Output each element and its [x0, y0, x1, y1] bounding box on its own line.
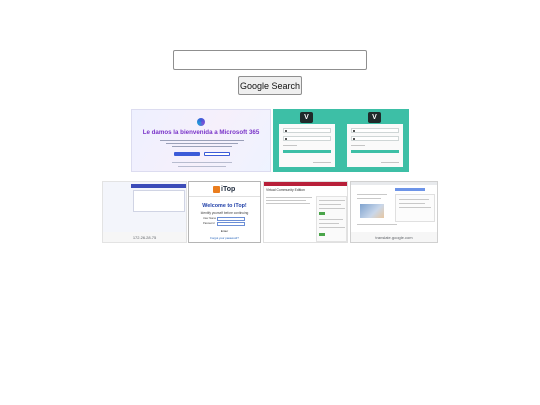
v-logo-icon: V	[368, 112, 381, 123]
text-line	[313, 162, 331, 163]
itop-logo-icon	[213, 186, 220, 193]
text-line	[399, 199, 429, 200]
header-bar	[264, 182, 347, 186]
thumbnail-tile-v-login-1[interactable]: V	[273, 109, 341, 172]
text-line	[357, 194, 387, 195]
tile-caption: translate.google.com	[351, 232, 437, 242]
itop-brand: iTop	[221, 186, 236, 193]
login-button-preview	[283, 150, 331, 153]
text-line	[178, 166, 226, 167]
google-search-button[interactable]: Google Search	[238, 76, 302, 95]
button-preview	[395, 188, 425, 191]
forgot-password-link-preview: Forgot your password?	[210, 236, 239, 240]
text-line	[283, 145, 297, 146]
text-line	[172, 162, 232, 163]
tile-title: Le damos la bienvenida a Microsoft 365	[142, 129, 260, 136]
text-line	[319, 208, 345, 209]
translation-panel	[395, 194, 435, 222]
tile-caption: 172.26.28.75	[103, 232, 186, 242]
text-line	[319, 200, 345, 201]
text-line	[319, 227, 345, 228]
text-line	[266, 200, 306, 201]
v-logo-icon: V	[300, 112, 313, 123]
header-bar	[131, 184, 186, 188]
password-row: Password	[203, 222, 248, 226]
image-preview	[360, 204, 384, 218]
form-panel	[316, 196, 347, 242]
thumbnail-tile-itop[interactable]: iTop Welcome to iTop! Identify yourself …	[188, 181, 261, 243]
subtitle: Identify yourself before continuing	[200, 211, 249, 215]
content-panel	[133, 190, 185, 212]
thumbnail-tile-microsoft-365[interactable]: Le damos la bienvenida a Microsoft 365	[131, 109, 271, 172]
text-line	[357, 198, 381, 199]
password-field-preview	[283, 136, 331, 141]
thumbnail-tile-translate[interactable]: translate.google.com	[350, 181, 438, 243]
text-line	[172, 146, 232, 147]
login-panel	[279, 124, 335, 167]
password-field-preview	[351, 136, 399, 141]
text-line	[399, 207, 431, 208]
text-line	[351, 145, 365, 146]
login-panel	[347, 124, 403, 167]
text-line	[166, 143, 238, 144]
divider	[189, 196, 260, 197]
text-line	[266, 197, 312, 198]
enter-button-preview: Enter	[220, 229, 229, 233]
text-line	[319, 219, 343, 220]
sign-in-button-preview	[174, 152, 200, 156]
secondary-button-preview	[204, 152, 230, 156]
thumbnail-tile-virtual-community[interactable]: Virtual Community Edition	[263, 181, 348, 243]
text-line	[381, 162, 399, 163]
thumbnail-tile-ip-address[interactable]: 172.26.28.75	[102, 181, 187, 243]
username-field-preview	[351, 128, 399, 133]
text-line	[319, 223, 339, 224]
username-row: User Name	[203, 217, 248, 221]
username-field-preview	[283, 128, 331, 133]
text-line	[357, 224, 397, 225]
button-preview	[319, 233, 325, 236]
text-line	[266, 203, 310, 204]
login-button-preview	[351, 150, 399, 153]
text-line	[399, 203, 425, 204]
tile-title: Virtual Community Edition	[266, 188, 305, 192]
search-input[interactable]	[173, 50, 367, 70]
itop-logo: iTop	[213, 185, 237, 194]
text-line	[319, 204, 341, 205]
button-preview	[319, 212, 325, 215]
welcome-heading: Welcome to iTop!	[202, 203, 247, 209]
microsoft-365-logo-icon	[197, 118, 205, 126]
text-line	[160, 140, 244, 141]
thumbnail-tile-v-login-2[interactable]: V	[341, 109, 409, 172]
header-bar	[351, 182, 437, 185]
